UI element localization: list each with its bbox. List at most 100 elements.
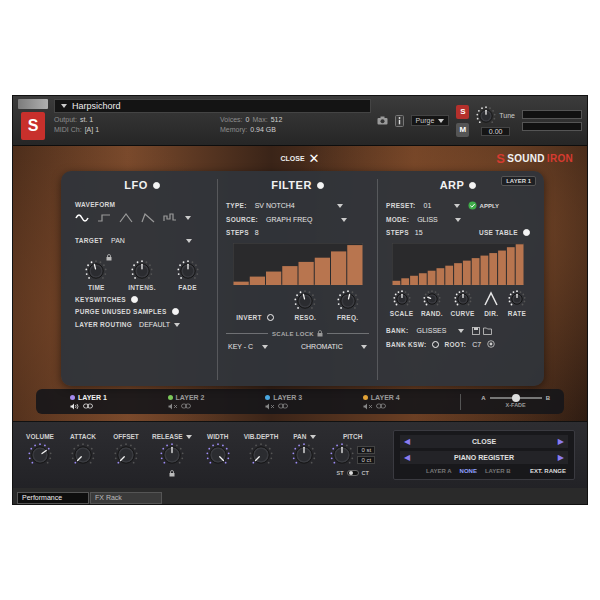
instrument-logo[interactable]: S	[21, 112, 45, 140]
steps-value[interactable]: 15	[415, 229, 423, 236]
close-button[interactable]: CLOSE✕	[280, 151, 319, 166]
graph-bar[interactable]	[454, 263, 462, 285]
link-icon[interactable]	[376, 403, 386, 409]
purge-toggle[interactable]: PURGE UNUSED SAMPLES	[75, 308, 209, 315]
graph-bar[interactable]	[498, 251, 506, 285]
apply-button[interactable]: APPLY	[468, 201, 499, 210]
layer-tab[interactable]: LAYER 2	[168, 394, 266, 410]
steps-value[interactable]: 8	[255, 229, 259, 236]
keyswitches-toggle[interactable]: KEYSWITCHES	[75, 296, 209, 303]
knob[interactable]	[160, 443, 184, 467]
knob[interactable]	[292, 443, 316, 467]
routing-dropdown[interactable]: DEFAULT	[137, 320, 182, 329]
graph-bar[interactable]	[428, 271, 436, 285]
graph-bar[interactable]	[266, 272, 281, 285]
selector-row[interactable]: ◀PIANO REGISTER▶	[400, 451, 568, 464]
mode-dropdown[interactable]: GLISS	[415, 215, 463, 224]
section-title[interactable]: LFO	[75, 179, 209, 191]
knob[interactable]	[508, 290, 526, 308]
dropdown-icon[interactable]	[310, 435, 316, 439]
target-dropdown[interactable]: PAN	[109, 236, 194, 245]
prev-arrow-icon[interactable]: ◀	[404, 453, 410, 462]
link-icon[interactable]	[278, 403, 288, 409]
purge-menu[interactable]: Purge	[411, 115, 450, 126]
knob[interactable]	[206, 443, 230, 467]
triangle-wave-icon[interactable]	[119, 213, 133, 223]
output-field[interactable]: Output:st. 1	[54, 116, 214, 123]
knob[interactable]	[71, 443, 95, 467]
bank-ksw-toggle[interactable]: BANK KSW:	[386, 341, 439, 348]
graph-bar[interactable]	[516, 244, 524, 285]
midi-field[interactable]: MIDI Ch:[A] 1	[54, 126, 214, 133]
slider-thumb[interactable]	[512, 394, 520, 402]
check-icon[interactable]	[468, 201, 477, 210]
knob[interactable]	[114, 443, 138, 467]
info-icon[interactable]	[395, 115, 404, 127]
key-dropdown[interactable]: KEY - C	[226, 342, 270, 351]
graph-bar[interactable]	[249, 277, 264, 285]
link-icon[interactable]	[181, 403, 191, 409]
layer-pick[interactable]: NONE	[460, 468, 477, 474]
graph-bar[interactable]	[331, 251, 346, 285]
graph-bar[interactable]	[445, 266, 453, 285]
pitch-switch[interactable]	[347, 470, 359, 476]
direction-icon[interactable]	[482, 290, 500, 308]
knob[interactable]	[249, 443, 273, 467]
graph-bar[interactable]	[507, 247, 515, 285]
next-arrow-icon[interactable]: ▶	[558, 453, 564, 462]
graph-bar[interactable]	[481, 256, 489, 285]
graph-bar[interactable]	[410, 276, 418, 285]
source-dropdown[interactable]: GRAPH FREQ	[264, 215, 349, 224]
collapse-icon[interactable]	[61, 104, 67, 108]
muted-speaker-icon[interactable]	[363, 403, 373, 410]
knob[interactable]	[294, 290, 316, 312]
power-toggle[interactable]	[153, 182, 160, 189]
layer-tab[interactable]: LAYER 1	[70, 394, 168, 410]
graph-bar[interactable]	[282, 266, 297, 285]
knob[interactable]	[28, 443, 52, 467]
link-icon[interactable]	[83, 403, 93, 409]
selector-row[interactable]: ◀CLOSE▶	[400, 435, 568, 448]
layer-routing[interactable]: LAYER ROUTINGDEFAULT	[75, 320, 209, 329]
graph-bar[interactable]	[489, 253, 497, 285]
xfade-slider[interactable]	[490, 397, 542, 399]
bank-dropdown[interactable]: GLISSES	[414, 326, 466, 335]
solo-button[interactable]: S	[456, 105, 469, 119]
knob[interactable]	[476, 106, 496, 126]
close-icon[interactable]: ✕	[309, 151, 320, 166]
muted-speaker-icon[interactable]	[265, 403, 275, 410]
tune-value[interactable]: 0.00	[481, 127, 511, 136]
layer-tab[interactable]: LAYER 4	[363, 394, 461, 410]
dropdown-icon[interactable]	[186, 435, 192, 439]
graph-bar[interactable]	[314, 258, 329, 285]
scale-dropdown[interactable]: CHROMATIC	[299, 342, 369, 351]
invert-toggle[interactable]: INVERT	[236, 314, 274, 321]
step-graph[interactable]	[233, 243, 363, 285]
learn-icon[interactable]	[487, 340, 495, 348]
pitch-value[interactable]: 0 st	[357, 446, 375, 454]
camera-icon[interactable]	[377, 116, 388, 125]
ext-range-button[interactable]: EXT. RANGE	[530, 468, 566, 474]
graph-bar[interactable]	[401, 278, 409, 285]
section-title[interactable]: FILTER	[226, 179, 369, 191]
preset-dropdown[interactable]: 01	[422, 201, 462, 210]
speaker-icon[interactable]	[70, 403, 80, 410]
knob[interactable]	[393, 290, 411, 308]
type-dropdown[interactable]: SV NOTCH4	[253, 201, 345, 210]
dropdown-icon[interactable]	[185, 216, 191, 220]
graph-bar[interactable]	[393, 281, 401, 285]
graph-bar[interactable]	[419, 273, 427, 285]
power-toggle[interactable]	[317, 182, 324, 189]
knob[interactable]	[131, 260, 153, 282]
layer-pick[interactable]: LAYER A	[426, 468, 452, 474]
layer-pick[interactable]: LAYER B	[485, 468, 511, 474]
random-wave-icon[interactable]	[163, 213, 177, 223]
prev-arrow-icon[interactable]: ◀	[404, 437, 410, 446]
knob[interactable]	[330, 443, 354, 467]
sine-wave-icon[interactable]	[75, 213, 89, 223]
graph-bar[interactable]	[472, 258, 480, 285]
folder-icon[interactable]	[483, 327, 492, 335]
graph-bar[interactable]	[437, 268, 445, 285]
knob[interactable]	[454, 290, 472, 308]
knob[interactable]	[85, 260, 107, 282]
